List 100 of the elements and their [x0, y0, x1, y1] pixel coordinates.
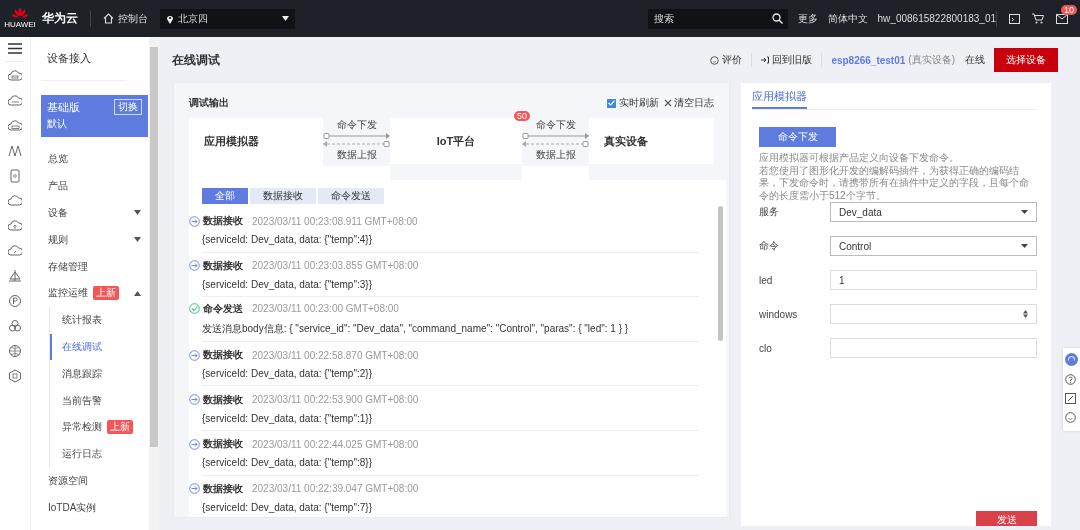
number-field[interactable]: [830, 304, 1037, 324]
help-icon[interactable]: [1065, 374, 1076, 385]
cloud-server-icon[interactable]: [8, 69, 22, 83]
bridge-icon[interactable]: [8, 144, 22, 158]
nav-item[interactable]: 监控运维 上新: [41, 280, 149, 307]
log-message: {serviceId: Dev_data, data: {"temp":1}}: [202, 412, 373, 424]
select-device-button[interactable]: 选择设备: [994, 48, 1058, 72]
ship-icon[interactable]: [8, 269, 22, 283]
nav-item[interactable]: 消息跟踪: [50, 360, 149, 388]
menu-icon[interactable]: [8, 43, 22, 54]
search-field[interactable]: 搜索: [647, 8, 788, 29]
nav-item[interactable]: 在线调试: [50, 333, 149, 361]
cloud-icon[interactable]: [8, 194, 22, 208]
sidebar-title: 设备接入: [41, 37, 127, 81]
brand-name[interactable]: 华为云: [42, 10, 78, 27]
log-type: 数据接收: [203, 437, 243, 452]
close-icon: [664, 99, 672, 107]
select-value: Control: [839, 240, 873, 252]
nav-item[interactable]: 运行日志: [50, 440, 149, 468]
checkbox[interactable]: [607, 98, 616, 108]
smiley-icon[interactable]: [1065, 412, 1076, 423]
arrow-circle-icon: [189, 260, 200, 272]
edit-icon[interactable]: [1065, 393, 1076, 404]
nav-item[interactable]: 总览: [41, 146, 149, 173]
log-type: 数据接收: [203, 258, 243, 273]
mail-icon[interactable]: [1056, 13, 1068, 24]
log-type: 命令发送: [203, 302, 243, 316]
caret-down-icon[interactable]: [134, 237, 141, 243]
caret-down-icon[interactable]: [134, 210, 141, 216]
nav-label: 规则: [48, 232, 68, 247]
nav-item[interactable]: 资源空间: [41, 467, 149, 495]
arrow-circle-icon: [189, 215, 200, 227]
cart-icon[interactable]: [1032, 13, 1044, 24]
nav-label: 消息跟踪: [62, 366, 102, 381]
caret-up-icon[interactable]: [134, 290, 141, 296]
field-label: 命令: [759, 239, 780, 253]
flow-label: 数据上报: [535, 148, 576, 162]
nav-label: 当前告警: [62, 393, 102, 408]
scrollbar-thumb[interactable]: [150, 47, 158, 447]
console-link[interactable]: 控制台: [103, 11, 148, 26]
nav-item[interactable]: 规则: [41, 226, 149, 254]
filter-tab[interactable]: 全部: [202, 188, 248, 204]
log-type: 数据接收: [203, 348, 243, 363]
log-time: 2023/03/11 00:22:44.025 GMT+08:00: [252, 438, 419, 450]
input-field[interactable]: 1: [830, 270, 1037, 290]
terminal-icon[interactable]: [1009, 13, 1020, 24]
old-version-link[interactable]: 回到旧版: [752, 53, 823, 67]
parking-icon[interactable]: [8, 294, 22, 308]
new-badge: 上新: [93, 286, 119, 301]
log-type: 数据接收: [203, 481, 243, 496]
top-link[interactable]: 更多: [797, 11, 818, 26]
nav-label: 产品: [48, 179, 68, 194]
headset-icon[interactable]: [1065, 353, 1078, 366]
nav-label: 统计报表: [62, 313, 102, 328]
panel-tab[interactable]: 应用模拟器: [752, 89, 807, 109]
rings-icon[interactable]: [8, 319, 22, 333]
log-type: 数据接收: [203, 214, 243, 229]
nav-label: 监控运维: [48, 286, 88, 301]
rate-link[interactable]: 评价: [701, 53, 753, 67]
log-time: 2023/03/11 00:22:58.870 GMT+08:00: [252, 349, 419, 361]
nav-label: 异常检测: [62, 420, 102, 435]
nav-item[interactable]: 存储管理: [41, 253, 149, 280]
select-field[interactable]: Dev_data: [830, 202, 1037, 222]
filter-tab[interactable]: 数据接收: [250, 188, 316, 204]
nav-item[interactable]: 产品: [41, 172, 149, 200]
clear-log-button[interactable]: 清空日志: [664, 96, 714, 110]
scrollbar-thumb[interactable]: [718, 206, 723, 341]
count-badge: 10: [1061, 4, 1077, 15]
page-title: 在线调试: [172, 51, 220, 69]
switch-button[interactable]: 切换: [114, 99, 142, 115]
input-field[interactable]: [830, 338, 1037, 358]
cloud-icon[interactable]: [8, 94, 22, 108]
node-label: 应用模拟器: [204, 134, 259, 149]
filter-tab[interactable]: 命令发送: [318, 188, 384, 204]
top-link[interactable]: hw_008615822800183_01: [877, 13, 996, 24]
region-dropdown[interactable]: 北京四: [160, 8, 295, 29]
arrow-circle-icon: [189, 394, 200, 406]
device-status: 在线: [965, 53, 985, 67]
log-message: {serviceId: Dev_data, data: {"temp":4}}: [202, 234, 373, 246]
hexagon-icon[interactable]: [8, 369, 22, 383]
edition-note: 默认: [47, 117, 68, 131]
log-message: {serviceId: Dev_data, data: {"temp":7}}: [202, 501, 373, 513]
select-field[interactable]: Control: [830, 236, 1037, 256]
command-button[interactable]: 命令下发: [759, 127, 836, 147]
nav-item[interactable]: 当前告警: [50, 387, 149, 414]
nav-item[interactable]: 异常检测 上新: [50, 413, 149, 441]
nav-item[interactable]: IoTDA实例: [41, 494, 149, 522]
caret-down-icon: [282, 16, 289, 21]
nav-item[interactable]: 统计报表: [50, 306, 149, 334]
cloud-gauge-icon[interactable]: [8, 244, 22, 258]
top-link[interactable]: 简体中文: [827, 11, 868, 26]
nav-item[interactable]: 设备: [41, 199, 149, 227]
log-time: 2023/03/11 00:23:00 GMT+08:00: [252, 303, 399, 315]
field-label: 服务: [759, 205, 780, 219]
cloud-upload-icon[interactable]: [8, 219, 22, 233]
field-label: led: [759, 274, 774, 286]
send-button[interactable]: 发送: [976, 511, 1037, 526]
region-name: 北京四: [178, 11, 209, 26]
globe-icon[interactable]: [8, 344, 22, 358]
cloud-storage-icon[interactable]: [8, 119, 22, 133]
